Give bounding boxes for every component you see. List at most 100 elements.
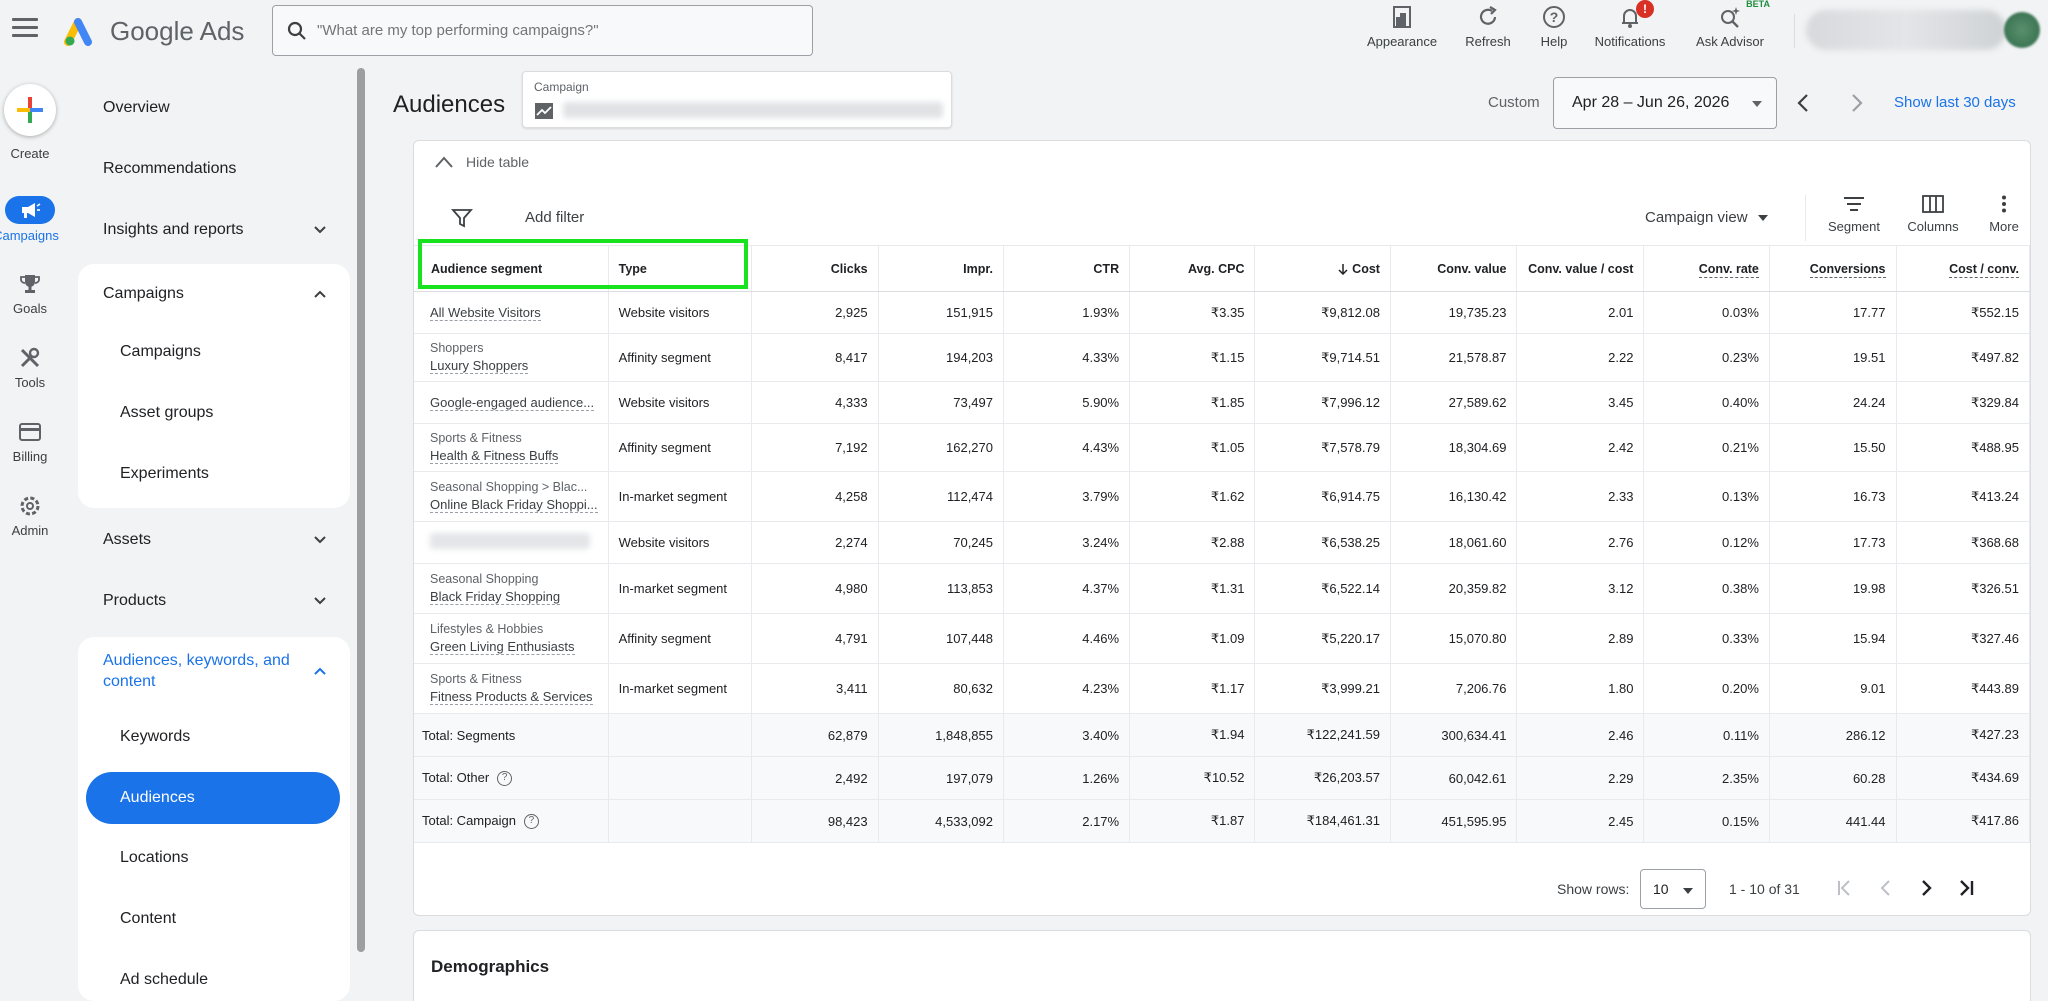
segment-name-link[interactable]: Google-engaged audience... — [430, 395, 595, 411]
refresh-button[interactable]: Refresh — [1460, 2, 1516, 58]
help-icon[interactable]: ? — [497, 771, 513, 787]
col-conversions[interactable]: Conversions — [1769, 245, 1897, 292]
cell-conv-value: 21,578.87 — [1390, 333, 1518, 382]
campaign-selector[interactable]: Campaign — [522, 71, 952, 128]
campaign-view-dropdown[interactable]: Campaign view — [1645, 209, 1768, 226]
previous-period-button[interactable] — [1793, 92, 1815, 114]
segment-name-link[interactable]: Online Black Friday Shoppi... — [430, 497, 598, 513]
show-last-30-days-link[interactable]: Show last 30 days — [1894, 94, 2016, 111]
hide-table-button[interactable]: Hide table — [434, 154, 529, 170]
date-range-picker[interactable]: Apr 28 – Jun 26, 2026 — [1553, 77, 1777, 129]
table-row[interactable]: Sports & Fitness Fitness Products & Servi… — [414, 663, 2030, 714]
col-conv-value[interactable]: Conv. value — [1390, 245, 1518, 292]
cell-type: Affinity segment — [608, 613, 753, 664]
cell-audience-segment — [414, 521, 609, 564]
cell-cpc: ₹1.15 — [1129, 333, 1256, 382]
columns-icon — [1922, 195, 1944, 213]
nav-sub-keywords[interactable]: Keywords — [78, 709, 350, 765]
col-clicks[interactable]: Clicks — [751, 245, 879, 292]
col-cost-per-conv[interactable]: Cost / conv. — [1896, 245, 2030, 292]
rail-goals[interactable]: Goals — [0, 272, 60, 316]
rail-billing[interactable]: Billing — [0, 420, 60, 464]
search-input[interactable] — [317, 22, 797, 39]
table-row[interactable]: Sports & Fitness Health & Fitness Buffs Af… — [414, 423, 2030, 472]
table-row[interactable]: Google-engaged audience... Website visito… — [414, 381, 2030, 424]
cell-cpc: ₹1.09 — [1129, 613, 1256, 664]
segment-name-link[interactable]: Luxury Shoppers — [430, 358, 529, 374]
campaign-type-icon — [535, 103, 553, 119]
nav-sub-ad-schedule[interactable]: Ad schedule — [78, 952, 350, 1001]
nav-sub-asset-groups[interactable]: Asset groups — [78, 385, 350, 441]
cell-cost-conv: ₹552.15 — [1896, 291, 2030, 334]
ask-advisor-button[interactable]: BETA Ask Advisor — [1688, 0, 1772, 58]
nav-insights[interactable]: Insights and reports — [78, 200, 350, 260]
date-range-value: Apr 28 – Jun 26, 2026 — [1572, 94, 1730, 111]
nav-scrollbar[interactable] — [357, 68, 365, 952]
col-avg-cpc[interactable]: Avg. CPC — [1129, 245, 1256, 292]
segment-name-link[interactable]: Health & Fitness Buffs — [430, 448, 559, 464]
menu-icon[interactable] — [12, 18, 38, 42]
filter-icon[interactable] — [451, 207, 473, 229]
total-row: Total: Campaign? 98,423 4,533,092 2.17% ₹1.8… — [414, 799, 2030, 843]
segment-name-link[interactable]: Black Friday Shopping — [430, 589, 561, 605]
nav-campaigns-header[interactable]: Campaigns — [78, 264, 350, 324]
nav-sub-content[interactable]: Content — [78, 891, 350, 947]
table-row[interactable]: Website visitors 2,274 70,245 3.24% ₹2.88 ₹6,… — [414, 521, 2030, 564]
cell-cost: ₹3,999.21 — [1254, 663, 1391, 714]
help-button[interactable]: ? Help — [1530, 2, 1578, 58]
nav-sub-locations[interactable]: Locations — [78, 830, 350, 886]
cell-ctr: 3.79% — [1003, 471, 1131, 522]
avatar[interactable] — [2004, 12, 2040, 48]
rows-per-page-value: 10 — [1653, 881, 1669, 897]
nav-audiences-group: Audiences, keywords, and content Keyword… — [78, 637, 350, 1001]
cell-cost: ₹184,461.31 — [1254, 799, 1391, 843]
nav-audiences-header[interactable]: Audiences, keywords, and content — [78, 637, 350, 705]
account-info[interactable] — [1806, 10, 2006, 50]
notifications-button[interactable]: ! Notifications — [1588, 0, 1672, 58]
appearance-button[interactable]: Appearance — [1364, 2, 1440, 58]
col-audience-segment[interactable]: Audience segment — [414, 245, 609, 292]
first-page-button[interactable] — [1834, 877, 1856, 899]
nav-sub-experiments[interactable]: Experiments — [78, 446, 350, 502]
columns-button[interactable]: Columns — [1903, 195, 1963, 234]
page-title: Audiences — [393, 91, 506, 118]
rows-per-page-select[interactable]: 10 — [1640, 869, 1706, 909]
notifications-label: Notifications — [1594, 34, 1666, 49]
table-row[interactable]: Lifestyles & Hobbies Green Living Enthusi… — [414, 613, 2030, 664]
col-conv-rate[interactable]: Conv. rate — [1643, 245, 1770, 292]
help-icon[interactable]: ? — [523, 814, 539, 830]
rail-campaigns[interactable]: Campaigns — [0, 196, 60, 243]
segment-button[interactable]: Segment — [1824, 195, 1884, 234]
add-filter-button[interactable]: Add filter — [525, 209, 584, 226]
col-cost[interactable]: Cost — [1254, 245, 1391, 292]
col-impr[interactable]: Impr. — [878, 245, 1005, 292]
table-row[interactable]: Seasonal Shopping Black Friday Shopping In… — [414, 563, 2030, 614]
nav-assets[interactable]: Assets — [78, 510, 350, 570]
col-conv-value-cost[interactable]: Conv. value / cost — [1516, 245, 1645, 292]
segment-name-link[interactable]: All Website Visitors — [430, 305, 541, 321]
previous-page-button[interactable] — [1875, 877, 1897, 899]
nav-sub-campaigns[interactable]: Campaigns — [78, 324, 350, 380]
col-type[interactable]: Type — [608, 245, 753, 292]
col-ctr[interactable]: CTR — [1003, 245, 1131, 292]
table-row[interactable]: Shoppers Luxury Shoppers Affinity segment 8… — [414, 333, 2030, 382]
rail-tools[interactable]: Tools — [0, 346, 60, 390]
nav-recommendations[interactable]: Recommendations — [78, 139, 350, 199]
nav-products[interactable]: Products — [78, 571, 350, 631]
last-page-button[interactable] — [1955, 877, 1977, 899]
nav-sub-audiences[interactable]: Audiences — [86, 772, 340, 824]
nav-overview[interactable]: Overview — [78, 78, 350, 138]
table-row[interactable]: All Website Visitors Website visitors 2,92… — [414, 291, 2030, 334]
search-bar[interactable] — [272, 5, 813, 56]
table-row[interactable]: Seasonal Shopping > Blac... Online Black … — [414, 471, 2030, 522]
segment-name-link[interactable]: Fitness Products & Services — [430, 689, 593, 705]
rail-admin[interactable]: Admin — [0, 494, 60, 538]
cell-value-cost: 2.29 — [1516, 756, 1645, 800]
segment-name-link[interactable]: Green Living Enthusiasts — [430, 639, 575, 655]
cell-clicks: 8,417 — [751, 333, 879, 382]
more-button[interactable]: More — [1984, 195, 2024, 234]
create-button[interactable] — [4, 84, 56, 136]
next-page-button[interactable] — [1915, 877, 1937, 899]
next-period-button[interactable] — [1845, 92, 1867, 114]
pagination: Show rows: 10 1 - 10 of 31 — [414, 865, 2030, 917]
